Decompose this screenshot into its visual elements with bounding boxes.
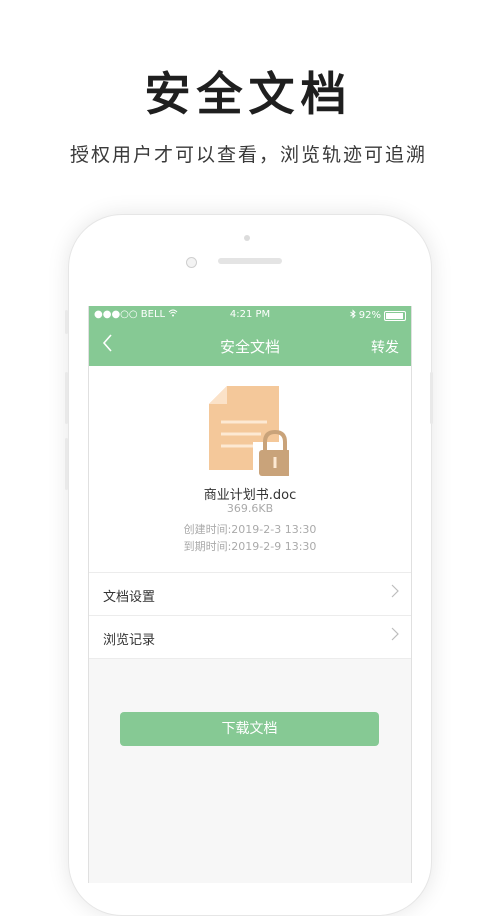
status-bar: ●●●○○ BELL 4:21 PM 92%	[89, 306, 411, 324]
document-size: 369.6KB	[226, 502, 274, 515]
nav-title: 安全文档	[219, 338, 280, 356]
nav-bar: 安全文档 转发	[89, 324, 411, 366]
front-camera	[186, 257, 197, 268]
phone-volume-up	[65, 372, 68, 424]
phone-volume-down	[65, 438, 68, 490]
app-screen: ●●●○○ BELL 4:21 PM 92% 安全文档 转发 商业计划书.doc…	[88, 306, 412, 883]
menu-item-view-history[interactable]: 浏览记录	[89, 615, 411, 658]
locked-document-icon	[209, 386, 293, 480]
settings-menu: 文档设置 浏览记录	[89, 572, 411, 659]
hero-title: 安全文档	[144, 67, 353, 121]
document-expires: 到期时间:2019-2-9 13:30	[183, 540, 317, 553]
bluetooth-icon	[349, 309, 356, 322]
hero-subtitle: 授权用户才可以查看，浏览轨迹可追溯	[69, 144, 427, 166]
status-right: 92%	[349, 309, 406, 322]
battery-icon	[384, 310, 406, 321]
menu-divider	[89, 658, 411, 659]
phone-side-button	[65, 310, 68, 334]
menu-item-label: 文档设置	[103, 590, 156, 605]
battery-percent: 92%	[358, 310, 381, 321]
phone-power-button	[430, 372, 433, 424]
earpiece-speaker	[218, 258, 282, 264]
sensor-dot	[244, 235, 250, 241]
menu-item-label: 浏览记录	[103, 633, 156, 648]
document-card: 商业计划书.doc 369.6KB 创建时间:2019-2-3 13:30 到期…	[89, 366, 411, 572]
forward-button[interactable]: 转发	[371, 337, 399, 357]
document-name: 商业计划书.doc	[203, 488, 297, 503]
chevron-right-icon	[391, 582, 399, 603]
document-created: 创建时间:2019-2-3 13:30	[183, 523, 317, 536]
download-button[interactable]: 下载文档	[120, 712, 379, 746]
chevron-right-icon	[391, 625, 399, 646]
menu-item-doc-settings[interactable]: 文档设置	[89, 572, 411, 615]
